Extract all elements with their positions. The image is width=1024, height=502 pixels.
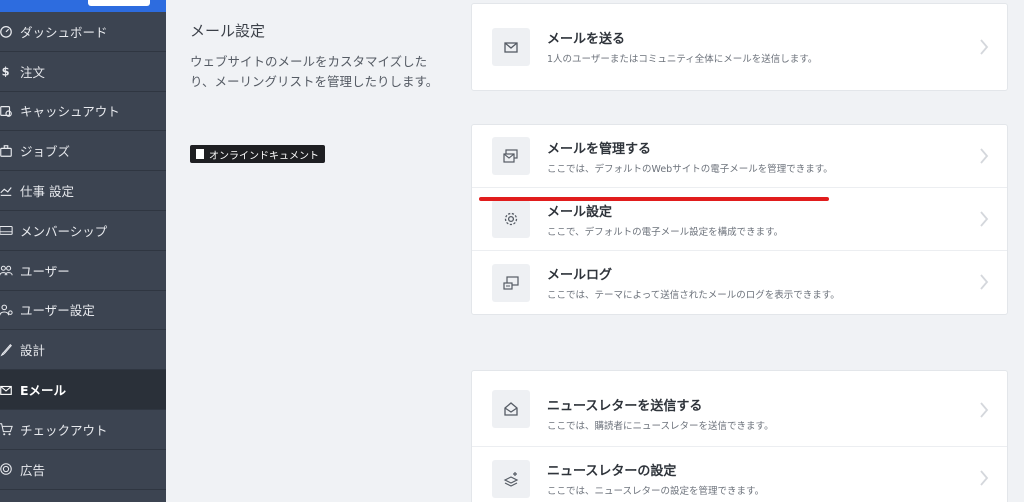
row-title: メールを送る (547, 32, 626, 47)
row-title: メール設定 (547, 205, 613, 220)
card-row-manage-mail[interactable]: メールを管理する ここでは、デフォルトのWebサイトの電子メールを管理できます。 (472, 125, 1007, 188)
sidebar-item-label: 設計 (20, 343, 46, 359)
row-subtitle: 1人のユーザーまたはコミュニティ全体にメールを送信します。 (547, 54, 818, 65)
row-subtitle: ここでは、テーマによって送信されたメールのログを表示できます。 (547, 290, 840, 301)
row-title: メールログ (547, 268, 613, 283)
chevron-right-icon (980, 39, 989, 55)
sidebar-item-label: メンバーシップ (20, 223, 108, 239)
users-icon (0, 262, 14, 278)
sidebar-item-orders[interactable]: $ 注文 (0, 52, 166, 92)
row-text: メール設定 ここで、デフォルトの電子メール設定を構成できます。 (547, 201, 783, 238)
newsletter-settings-icon (492, 459, 530, 498)
sidebar-item-design[interactable]: 設計 (0, 330, 166, 371)
sidebar-item-users[interactable]: ユーザー (0, 251, 166, 291)
document-icon (196, 149, 204, 159)
chevron-right-icon (980, 211, 989, 227)
card-row-send-newsletter[interactable]: ニュースレターを送信する ここでは、購読者にニュースレターを送信できます。 (472, 371, 1007, 447)
sidebar-item-label: 注文 (20, 64, 46, 80)
chevron-right-icon (980, 402, 989, 418)
sidebar-item-user-settings[interactable]: ユーザー設定 (0, 291, 166, 331)
send-mail-card: メールを送る 1人のユーザーまたはコミュニティ全体にメールを送信します。 (471, 3, 1008, 91)
ad-icon (0, 461, 14, 477)
sidebar-item-label: ユーザー設定 (20, 303, 95, 319)
mail-log-icon (492, 263, 530, 302)
highlight-underline (479, 197, 829, 201)
online-docs-button[interactable]: オンラインドキュメント (190, 145, 325, 163)
main-content: メール設定 ウェブサイトのメールをカスタマイズしたり、メーリングリストを管理した… (166, 0, 1024, 502)
brush-icon (0, 342, 14, 358)
sidebar-item-ads[interactable]: 広告 (0, 450, 166, 490)
job-settings-icon (0, 183, 14, 199)
row-subtitle: ここでは、購読者にニュースレターを送信できます。 (547, 421, 774, 432)
envelope-icon (492, 28, 530, 66)
sidebar-item-dashboard[interactable]: ダッシュボード (0, 12, 166, 52)
svg-text:$: $ (2, 65, 10, 79)
sidebar-item-label: キャッシュアウト (20, 104, 120, 120)
row-subtitle: ここで、デフォルトの電子メール設定を構成できます。 (547, 227, 784, 238)
manage-mail-icon (492, 137, 530, 175)
row-subtitle: ここでは、ニュースレターの設定を管理できます。 (547, 486, 765, 497)
gear-icon (492, 200, 530, 238)
membership-icon (0, 222, 14, 238)
sidebar-item-checkout[interactable]: チェックアウト (0, 410, 166, 450)
cashout-icon (0, 103, 14, 119)
brand-logo-box (88, 0, 150, 6)
chevron-right-icon (980, 470, 989, 486)
sidebar-item-label: ダッシュボード (20, 24, 108, 40)
row-subtitle: ここでは、デフォルトのWebサイトの電子メールを管理できます。 (547, 164, 833, 175)
chevron-right-icon (980, 148, 989, 164)
page-title: メール設定 (190, 22, 266, 40)
row-text: メールログ ここでは、テーマによって送信されたメールのログを表示できます。 (547, 264, 840, 301)
row-title: メールを管理する (547, 142, 652, 157)
row-text: ニュースレターを送信する ここでは、購読者にニュースレターを送信できます。 (547, 395, 774, 432)
newsletter-card: ニュースレターを送信する ここでは、購読者にニュースレターを送信できます。 ニュ… (471, 370, 1008, 502)
sidebar: ダッシュボード $ 注文 キャッシュアウト ジョブズ 仕事 設定 メンバーシップ (0, 0, 166, 502)
card-row-mail-log[interactable]: メールログ ここでは、テーマによって送信されたメールのログを表示できます。 (472, 251, 1007, 314)
dollar-icon: $ (0, 63, 14, 79)
manage-mail-card: メールを管理する ここでは、デフォルトのWebサイトの電子メールを管理できます。… (471, 124, 1008, 315)
sidebar-item-membership[interactable]: メンバーシップ (0, 211, 166, 251)
sidebar-item-label: チェックアウト (20, 422, 108, 438)
row-text: ニュースレターの設定 ここでは、ニュースレターの設定を管理できます。 (547, 460, 764, 497)
sidebar-header (0, 0, 166, 12)
envelope-icon (0, 382, 14, 398)
online-docs-label: オンラインドキュメント (209, 150, 319, 162)
page-description: ウェブサイトのメールをカスタマイズしたり、メーリングリストを管理したりします。 (190, 54, 439, 89)
row-title: ニュースレターを送信する (547, 399, 703, 414)
sidebar-item-jobs[interactable]: ジョブズ (0, 131, 166, 172)
user-settings-icon (0, 302, 14, 318)
dashboard-icon (0, 23, 14, 39)
cart-icon (0, 421, 14, 437)
chevron-right-icon (980, 274, 989, 290)
sidebar-item-label: Eメール (20, 383, 67, 399)
row-text: メールを管理する ここでは、デフォルトのWebサイトの電子メールを管理できます。 (547, 138, 833, 175)
sidebar-item-email[interactable]: Eメール (0, 370, 166, 410)
row-text: メールを送る 1人のユーザーまたはコミュニティ全体にメールを送信します。 (547, 28, 817, 65)
sidebar-item-label: 仕事 設定 (20, 184, 74, 200)
row-title: ニュースレターの設定 (547, 464, 677, 479)
card-row-newsletter-settings[interactable]: ニュースレターの設定 ここでは、ニュースレターの設定を管理できます。 (472, 447, 1007, 502)
sidebar-item-cashout[interactable]: キャッシュアウト (0, 92, 166, 132)
briefcase-icon (0, 143, 14, 159)
card-row-send-mail[interactable]: メールを送る 1人のユーザーまたはコミュニティ全体にメールを送信します。 (472, 4, 1007, 90)
sidebar-item-label: ユーザー (20, 263, 70, 279)
sidebar-item-label: 広告 (20, 462, 46, 478)
open-envelope-icon (492, 389, 530, 428)
sidebar-item-job-settings[interactable]: 仕事 設定 (0, 171, 166, 211)
sidebar-item-label: ジョブズ (20, 144, 71, 160)
